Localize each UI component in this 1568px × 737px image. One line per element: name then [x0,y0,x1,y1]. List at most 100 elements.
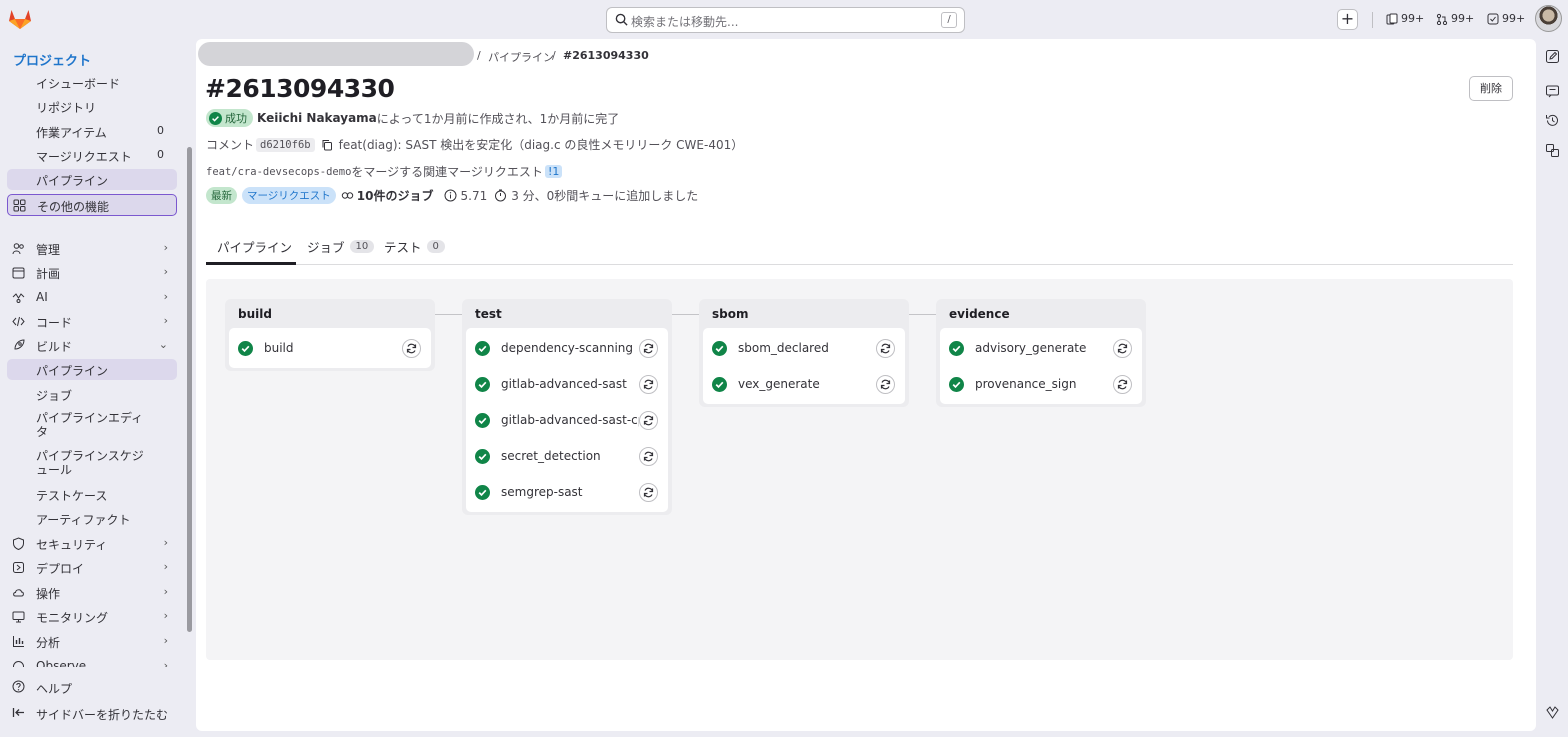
rocket-icon [14,339,25,350]
retry-button[interactable] [639,339,658,358]
job-dependency-scanning[interactable]: dependency-scanning [466,330,668,366]
sidebar-item-pipeline-schedules[interactable]: パイプラインスケジュール [7,446,177,477]
retry-icon [1117,343,1128,354]
breadcrumb-separator: / [477,49,481,62]
commit-message[interactable]: feat(diag): SAST 検出を安定化（diag.c の良性メモリリーク… [339,136,744,153]
todo-counter[interactable]: 99+ [1487,12,1525,25]
sidebar-item-test-cases[interactable]: テストケース [7,484,177,505]
retry-button[interactable] [876,375,895,394]
tab-pipeline[interactable]: パイプライン [217,237,292,256]
merge-request-badge: マージリクエスト [242,187,336,204]
duration-value: 5.71 [460,188,488,203]
retry-button[interactable] [639,375,658,394]
sidebar-item-build-pipelines[interactable]: パイプライン [7,359,177,380]
sidebar-item-label: パイプラインエディタ [36,411,144,439]
sidebar-item-label: ジョブ [36,389,73,403]
observe-icon [13,661,24,667]
branch-name[interactable]: feat/cra-devsecops-demo [206,166,351,178]
breadcrumb-pipelines[interactable]: パイプライン [488,49,554,65]
author-name[interactable]: Keiichi Nakayama [257,111,377,125]
stage-connector [672,314,700,315]
retry-button[interactable] [876,339,895,358]
sidebar-item-operate[interactable]: 操作 › [7,582,177,603]
sidebar-scrollbar[interactable] [187,147,192,632]
gitlab-logo-icon[interactable] [8,8,32,30]
tab-jobs[interactable]: ジョブ 10 [307,237,375,256]
breadcrumb-project-path-redacted[interactable] [198,42,474,66]
retry-button[interactable] [1113,375,1132,394]
commit-sha[interactable]: d6210f6b [256,137,315,152]
created-text: によって1か月前に作成され、1か月前に完了 [376,111,620,126]
sidebar-item-merge-requests[interactable]: マージリクエスト 0 [7,145,177,166]
sidebar-item-jobs[interactable]: ジョブ [7,384,177,405]
tanuki-duo-icon[interactable] [1545,705,1560,720]
merge-request-row: feat/cra-devsecops-demo をマージする関連マージリクエスト… [206,163,563,180]
sidebar-item-pipeline-editor[interactable]: パイプラインエディタ [7,408,177,439]
sidebar-item-work-items[interactable]: 作業アイテム 0 [7,121,177,142]
issues-counter[interactable]: 99+ [1386,12,1424,25]
history-icon[interactable] [1545,113,1560,128]
job-gitlab-advanced-sast[interactable]: gitlab-advanced-sast [466,366,668,402]
topbar-divider [1372,12,1373,28]
sidebar-item-pipelines-pinned[interactable]: パイプライン [7,169,177,190]
retry-button[interactable] [639,483,658,502]
search-icon [615,13,628,26]
retry-button[interactable] [1113,339,1132,358]
search-input[interactable]: 検索または移動先... / [606,7,965,33]
sidebar-item-label: パイプラインスケジュール [36,449,144,477]
status-badge[interactable]: 成功 [206,109,253,127]
sidebar-item-ai[interactable]: AI › [7,287,177,308]
tab-label: パイプライン [217,240,293,255]
check-circle-icon [209,111,222,125]
retry-icon [880,343,891,354]
job-build[interactable]: build [229,330,431,366]
delete-button[interactable]: 削除 [1469,76,1513,101]
merge-request-review-icon[interactable] [1545,84,1560,99]
merge-request-link[interactable]: !1 [544,165,563,178]
tab-tests[interactable]: テスト 0 [384,237,445,256]
job-provenance-sign[interactable]: provenance_sign [940,366,1142,402]
retry-icon [643,415,654,426]
sidebar-item-issue-boards[interactable]: イシューボード [7,72,177,93]
job-name: advisory_generate [975,341,1087,355]
retry-button[interactable] [402,339,421,358]
user-avatar[interactable] [1535,5,1562,32]
create-new-button[interactable]: + [1337,9,1358,30]
sidebar-item-build[interactable]: ビルド ⌄ [7,335,177,356]
retry-button[interactable] [639,411,658,430]
sidebar-item-label: デプロイ [36,562,85,576]
sidebar-item-artifacts[interactable]: アーティファクト [7,508,177,529]
retry-icon [643,487,654,498]
retry-button[interactable] [639,447,658,466]
sidebar-item-label: 計画 [36,267,61,281]
job-vex-generate[interactable]: vex_generate [703,366,905,402]
sidebar-item-deploy[interactable]: デプロイ › [7,557,177,578]
success-icon [475,413,490,428]
job-gitlab-advanced-sast-cpp[interactable]: gitlab-advanced-sast-cpp [466,402,668,438]
edit-icon[interactable] [1545,49,1560,64]
sidebar-item-security[interactable]: セキュリティ › [7,533,177,554]
merge-requests-counter[interactable]: 99+ [1436,12,1474,25]
sidebar-item-monitor[interactable]: モニタリング › [7,606,177,627]
sidebar-item-more-features[interactable]: その他の機能 [7,194,177,216]
collapse-sidebar-label: サイドバーを折りたたむ [36,708,169,722]
active-tab-indicator [206,262,296,265]
sidebar-item-observe[interactable]: Observe › [7,656,177,667]
sidebar-item-code[interactable]: コード › [7,311,177,332]
help-button[interactable]: ヘルプ [0,677,190,699]
sidebar-item-repository[interactable]: リポジトリ [7,96,177,117]
job-name: build [264,341,294,355]
job-sbom-declared[interactable]: sbom_declared [703,330,905,366]
sidebar-item-manage[interactable]: 管理 › [7,238,177,259]
sidebar-item-analyze[interactable]: 分析 › [7,631,177,652]
stage-connector [909,314,937,315]
compare-icon[interactable] [1545,143,1560,158]
job-secret-detection[interactable]: secret_detection [466,438,668,474]
shield-icon [13,537,24,550]
job-semgrep-sast[interactable]: semgrep-sast [466,474,668,510]
job-advisory-generate[interactable]: advisory_generate [940,330,1142,366]
sidebar-item-plan[interactable]: 計画 › [7,262,177,283]
tab-count: 10 [349,240,375,253]
collapse-sidebar-button[interactable]: サイドバーを折りたたむ [0,703,190,725]
copy-icon[interactable] [321,139,333,151]
